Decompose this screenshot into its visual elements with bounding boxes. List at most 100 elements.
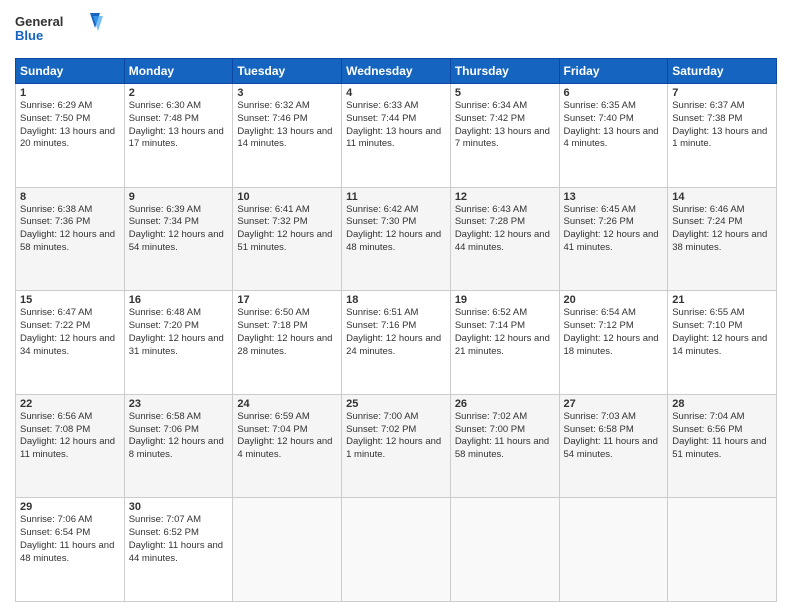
day-number: 1 xyxy=(20,87,120,99)
day-cell: 18Sunrise: 6:51 AMSunset: 7:16 PMDayligh… xyxy=(342,291,451,395)
header: General Blue xyxy=(15,10,777,50)
day-cell: 21Sunrise: 6:55 AMSunset: 7:10 PMDayligh… xyxy=(668,291,777,395)
day-cell: 15Sunrise: 6:47 AMSunset: 7:22 PMDayligh… xyxy=(16,291,125,395)
day-content: Sunrise: 6:34 AMSunset: 7:42 PMDaylight:… xyxy=(455,100,555,151)
day-number: 14 xyxy=(672,191,772,203)
day-cell: 8Sunrise: 6:38 AMSunset: 7:36 PMDaylight… xyxy=(16,187,125,291)
day-number: 30 xyxy=(129,501,229,513)
day-cell: 13Sunrise: 6:45 AMSunset: 7:26 PMDayligh… xyxy=(559,187,668,291)
day-content: Sunrise: 7:04 AMSunset: 6:56 PMDaylight:… xyxy=(672,411,772,462)
day-cell xyxy=(450,498,559,602)
day-number: 20 xyxy=(564,294,664,306)
week-row-2: 8Sunrise: 6:38 AMSunset: 7:36 PMDaylight… xyxy=(16,187,777,291)
week-row-4: 22Sunrise: 6:56 AMSunset: 7:08 PMDayligh… xyxy=(16,394,777,498)
page: General Blue SundayMondayTuesdayWednesda… xyxy=(0,0,792,612)
day-cell xyxy=(342,498,451,602)
week-row-5: 29Sunrise: 7:06 AMSunset: 6:54 PMDayligh… xyxy=(16,498,777,602)
day-content: Sunrise: 6:55 AMSunset: 7:10 PMDaylight:… xyxy=(672,307,772,358)
day-content: Sunrise: 6:33 AMSunset: 7:44 PMDaylight:… xyxy=(346,100,446,151)
day-number: 9 xyxy=(129,191,229,203)
day-number: 7 xyxy=(672,87,772,99)
day-content: Sunrise: 6:51 AMSunset: 7:16 PMDaylight:… xyxy=(346,307,446,358)
day-cell: 1Sunrise: 6:29 AMSunset: 7:50 PMDaylight… xyxy=(16,84,125,188)
svg-text:General: General xyxy=(15,14,63,29)
day-content: Sunrise: 6:47 AMSunset: 7:22 PMDaylight:… xyxy=(20,307,120,358)
calendar-table: SundayMondayTuesdayWednesdayThursdayFrid… xyxy=(15,58,777,602)
day-content: Sunrise: 7:03 AMSunset: 6:58 PMDaylight:… xyxy=(564,411,664,462)
day-content: Sunrise: 6:52 AMSunset: 7:14 PMDaylight:… xyxy=(455,307,555,358)
weekday-header-tuesday: Tuesday xyxy=(233,59,342,84)
day-content: Sunrise: 6:41 AMSunset: 7:32 PMDaylight:… xyxy=(237,204,337,255)
day-cell: 20Sunrise: 6:54 AMSunset: 7:12 PMDayligh… xyxy=(559,291,668,395)
weekday-header-sunday: Sunday xyxy=(16,59,125,84)
day-content: Sunrise: 6:43 AMSunset: 7:28 PMDaylight:… xyxy=(455,204,555,255)
day-cell: 25Sunrise: 7:00 AMSunset: 7:02 PMDayligh… xyxy=(342,394,451,498)
day-number: 12 xyxy=(455,191,555,203)
weekday-header-thursday: Thursday xyxy=(450,59,559,84)
day-content: Sunrise: 6:38 AMSunset: 7:36 PMDaylight:… xyxy=(20,204,120,255)
day-cell: 23Sunrise: 6:58 AMSunset: 7:06 PMDayligh… xyxy=(124,394,233,498)
day-content: Sunrise: 6:37 AMSunset: 7:38 PMDaylight:… xyxy=(672,100,772,151)
day-cell: 9Sunrise: 6:39 AMSunset: 7:34 PMDaylight… xyxy=(124,187,233,291)
day-number: 8 xyxy=(20,191,120,203)
weekday-header-friday: Friday xyxy=(559,59,668,84)
day-number: 17 xyxy=(237,294,337,306)
logo: General Blue xyxy=(15,10,105,50)
day-number: 26 xyxy=(455,398,555,410)
day-cell: 3Sunrise: 6:32 AMSunset: 7:46 PMDaylight… xyxy=(233,84,342,188)
day-number: 22 xyxy=(20,398,120,410)
day-content: Sunrise: 7:07 AMSunset: 6:52 PMDaylight:… xyxy=(129,514,229,565)
logo-svg: General Blue xyxy=(15,10,105,50)
day-content: Sunrise: 6:59 AMSunset: 7:04 PMDaylight:… xyxy=(237,411,337,462)
day-cell: 2Sunrise: 6:30 AMSunset: 7:48 PMDaylight… xyxy=(124,84,233,188)
day-cell: 22Sunrise: 6:56 AMSunset: 7:08 PMDayligh… xyxy=(16,394,125,498)
day-cell: 28Sunrise: 7:04 AMSunset: 6:56 PMDayligh… xyxy=(668,394,777,498)
day-number: 11 xyxy=(346,191,446,203)
day-content: Sunrise: 6:32 AMSunset: 7:46 PMDaylight:… xyxy=(237,100,337,151)
day-cell: 30Sunrise: 7:07 AMSunset: 6:52 PMDayligh… xyxy=(124,498,233,602)
day-content: Sunrise: 6:56 AMSunset: 7:08 PMDaylight:… xyxy=(20,411,120,462)
day-cell: 10Sunrise: 6:41 AMSunset: 7:32 PMDayligh… xyxy=(233,187,342,291)
day-cell: 24Sunrise: 6:59 AMSunset: 7:04 PMDayligh… xyxy=(233,394,342,498)
day-number: 18 xyxy=(346,294,446,306)
day-cell: 7Sunrise: 6:37 AMSunset: 7:38 PMDaylight… xyxy=(668,84,777,188)
day-number: 28 xyxy=(672,398,772,410)
weekday-header-wednesday: Wednesday xyxy=(342,59,451,84)
day-content: Sunrise: 6:46 AMSunset: 7:24 PMDaylight:… xyxy=(672,204,772,255)
day-content: Sunrise: 6:29 AMSunset: 7:50 PMDaylight:… xyxy=(20,100,120,151)
day-number: 29 xyxy=(20,501,120,513)
day-cell xyxy=(559,498,668,602)
day-content: Sunrise: 6:48 AMSunset: 7:20 PMDaylight:… xyxy=(129,307,229,358)
day-number: 16 xyxy=(129,294,229,306)
weekday-header-row: SundayMondayTuesdayWednesdayThursdayFrid… xyxy=(16,59,777,84)
day-number: 15 xyxy=(20,294,120,306)
day-number: 25 xyxy=(346,398,446,410)
day-cell: 6Sunrise: 6:35 AMSunset: 7:40 PMDaylight… xyxy=(559,84,668,188)
day-content: Sunrise: 6:58 AMSunset: 7:06 PMDaylight:… xyxy=(129,411,229,462)
day-content: Sunrise: 6:45 AMSunset: 7:26 PMDaylight:… xyxy=(564,204,664,255)
day-content: Sunrise: 7:06 AMSunset: 6:54 PMDaylight:… xyxy=(20,514,120,565)
day-number: 27 xyxy=(564,398,664,410)
day-cell: 26Sunrise: 7:02 AMSunset: 7:00 PMDayligh… xyxy=(450,394,559,498)
day-cell: 16Sunrise: 6:48 AMSunset: 7:20 PMDayligh… xyxy=(124,291,233,395)
day-content: Sunrise: 6:39 AMSunset: 7:34 PMDaylight:… xyxy=(129,204,229,255)
day-content: Sunrise: 6:50 AMSunset: 7:18 PMDaylight:… xyxy=(237,307,337,358)
day-cell: 4Sunrise: 6:33 AMSunset: 7:44 PMDaylight… xyxy=(342,84,451,188)
day-content: Sunrise: 6:54 AMSunset: 7:12 PMDaylight:… xyxy=(564,307,664,358)
day-number: 24 xyxy=(237,398,337,410)
day-number: 13 xyxy=(564,191,664,203)
day-cell: 27Sunrise: 7:03 AMSunset: 6:58 PMDayligh… xyxy=(559,394,668,498)
day-number: 3 xyxy=(237,87,337,99)
day-cell: 5Sunrise: 6:34 AMSunset: 7:42 PMDaylight… xyxy=(450,84,559,188)
day-number: 19 xyxy=(455,294,555,306)
week-row-1: 1Sunrise: 6:29 AMSunset: 7:50 PMDaylight… xyxy=(16,84,777,188)
day-cell: 19Sunrise: 6:52 AMSunset: 7:14 PMDayligh… xyxy=(450,291,559,395)
day-cell: 17Sunrise: 6:50 AMSunset: 7:18 PMDayligh… xyxy=(233,291,342,395)
week-row-3: 15Sunrise: 6:47 AMSunset: 7:22 PMDayligh… xyxy=(16,291,777,395)
svg-text:Blue: Blue xyxy=(15,28,43,43)
day-content: Sunrise: 6:35 AMSunset: 7:40 PMDaylight:… xyxy=(564,100,664,151)
day-content: Sunrise: 7:00 AMSunset: 7:02 PMDaylight:… xyxy=(346,411,446,462)
weekday-header-monday: Monday xyxy=(124,59,233,84)
day-cell: 11Sunrise: 6:42 AMSunset: 7:30 PMDayligh… xyxy=(342,187,451,291)
day-number: 5 xyxy=(455,87,555,99)
